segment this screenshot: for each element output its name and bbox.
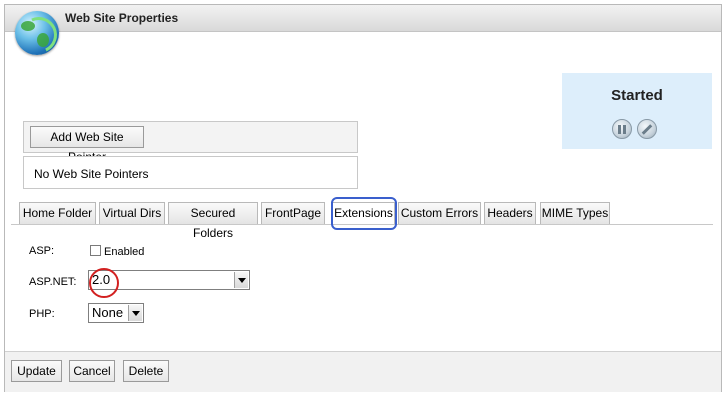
php-label: PHP: [29, 308, 55, 320]
tab-frontpage[interactable]: FrontPage [261, 202, 325, 224]
title-bar: Web Site Properties [5, 5, 721, 32]
delete-button[interactable]: Delete [123, 360, 169, 382]
chevron-down-icon[interactable] [128, 305, 142, 321]
aspnet-label: ASP.NET: [29, 276, 77, 288]
pointer-toolbar: Add Web Site Pointer [23, 121, 358, 164]
tab-secured-folders[interactable]: Secured Folders [168, 202, 258, 240]
tab-virtual-dirs[interactable]: Virtual Dirs [99, 202, 165, 224]
tab-mime-types[interactable]: MIME Types [540, 202, 610, 224]
properties-window: Web Site Properties Started Add Web Site… [4, 4, 722, 392]
pause-icon[interactable] [612, 119, 632, 139]
status-text: Started [611, 87, 663, 104]
cancel-button[interactable]: Cancel [69, 360, 115, 382]
tab-custom-errors[interactable]: Custom Errors [398, 202, 481, 224]
asp-enabled-label: Enabled [104, 246, 145, 258]
globe-icon [15, 11, 63, 59]
pointer-list: No Web Site Pointers [23, 156, 358, 189]
no-pointers-text: No Web Site Pointers [34, 167, 149, 181]
window-title: Web Site Properties [65, 11, 179, 25]
update-button[interactable]: Update [11, 360, 62, 382]
blank-area [19, 71, 159, 111]
add-web-site-pointer-button[interactable]: Add Web Site Pointer [30, 126, 144, 164]
status-panel: Started [562, 73, 712, 149]
aspnet-value-highlight [89, 268, 119, 298]
tab-highlight [331, 197, 397, 230]
php-select[interactable]: None [88, 303, 144, 323]
asp-enabled-checkbox[interactable] [90, 245, 101, 256]
stop-icon[interactable] [637, 119, 657, 139]
chevron-down-icon[interactable] [234, 272, 248, 288]
blank-area [159, 71, 403, 117]
php-value: None [92, 305, 124, 320]
tab-headers[interactable]: Headers [484, 202, 536, 224]
tab-home-folder[interactable]: Home Folder [19, 202, 96, 224]
asp-label: ASP: [29, 245, 55, 257]
footer-bar: Update Cancel Delete [5, 351, 721, 392]
